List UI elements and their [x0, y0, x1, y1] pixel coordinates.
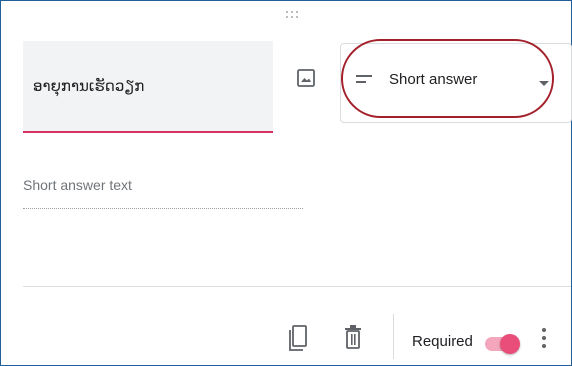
chevron-down-icon[interactable]	[539, 81, 549, 86]
question-type-label: Short answer	[389, 71, 478, 88]
add-image-icon[interactable]	[295, 67, 317, 89]
short-answer-line	[23, 208, 303, 209]
question-card: ອາຍຸການເຮັດວຽກ Short answer Short answer…	[0, 0, 572, 366]
required-toggle-thumb	[500, 334, 520, 354]
copy-icon[interactable]	[288, 324, 308, 352]
question-title-text: ອາຍຸການເຮັດວຽກ	[33, 77, 145, 95]
short-answer-placeholder: Short answer text	[23, 177, 132, 193]
drag-handle-icon[interactable]	[284, 9, 300, 23]
required-label: Required	[412, 333, 473, 350]
trash-icon[interactable]	[342, 323, 364, 351]
question-title-underline	[23, 131, 273, 133]
more-vert-icon[interactable]	[541, 327, 547, 351]
required-toggle[interactable]	[485, 334, 521, 354]
short-text-icon	[356, 74, 372, 84]
footer-divider	[23, 286, 571, 287]
question-title-field[interactable]: ອາຍຸການເຮັດວຽກ	[23, 41, 273, 133]
footer-vertical-divider	[393, 314, 394, 359]
